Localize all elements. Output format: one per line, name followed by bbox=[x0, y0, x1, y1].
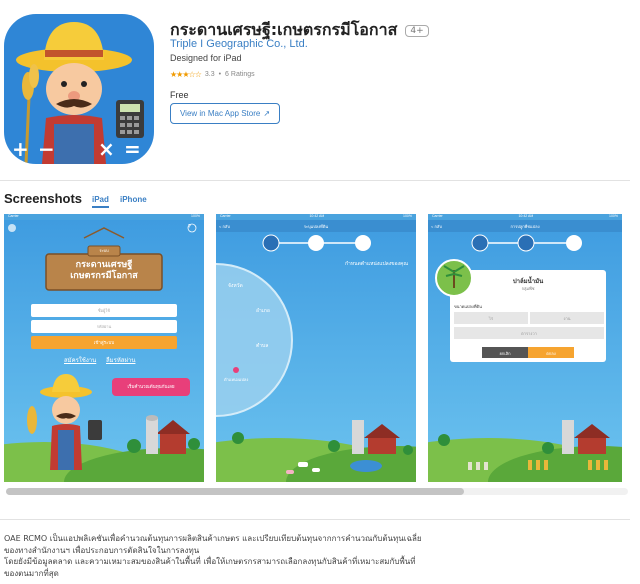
view-in-store-button[interactable]: View in Mac App Store ↗ bbox=[170, 103, 280, 124]
rating-count: 6 Ratings bbox=[225, 71, 255, 78]
sign-top-label: ระบบ bbox=[99, 248, 109, 253]
svg-text:=: = bbox=[124, 137, 141, 161]
sign-text: กระดานเศรษฐี เกษตรกรมีโอกาส bbox=[46, 260, 162, 282]
speech-bubble: เริ่มคำนวณต้นทุนกันเลย bbox=[127, 385, 175, 390]
rating-row: ★★★☆☆ 3.3 • 6 Ratings bbox=[170, 70, 255, 79]
battery-label: 100% bbox=[191, 214, 200, 218]
external-arrow-icon: ↗ bbox=[263, 109, 271, 118]
back-button[interactable]: < กลับ bbox=[431, 223, 442, 230]
sign-line-2: เกษตรกรมีโอกาส bbox=[70, 271, 138, 281]
screenshot-1[interactable]: Carrier 100% ? ระบบ กระดานเศรษฐี เกษตรกร… bbox=[4, 214, 204, 482]
menu-subdistrict[interactable]: ตำบล bbox=[256, 342, 268, 350]
app-description: OAE RCMO เป็นแอปพลิเคชันเพื่อคำนวณต้นทุน… bbox=[4, 533, 434, 579]
age-rating-badge: 4+ bbox=[405, 24, 429, 37]
status-bar: Carrier 100% bbox=[4, 214, 204, 220]
help-icon: ? bbox=[188, 224, 191, 230]
description-line: OAE RCMO เป็นแอปพลิเคชันเพื่อคำนวณต้นทุน… bbox=[4, 534, 422, 543]
crop-group: กลุ่มพืช bbox=[521, 286, 535, 291]
nav-title: ระบุแปลงที่ดิน bbox=[303, 223, 329, 229]
rai-input[interactable]: ไร่ bbox=[454, 315, 528, 322]
screenshot-2[interactable]: Carrier 10:42 AM 100% < กลับ ระบุแปลงที่… bbox=[216, 214, 416, 482]
app-icon: + − × = bbox=[4, 14, 154, 164]
screenshots-scrollbar-thumb[interactable] bbox=[6, 488, 464, 495]
nav-bar: < กลับ การปลูกพืชแปลง bbox=[428, 220, 622, 232]
back-button[interactable]: < กลับ bbox=[219, 223, 230, 230]
ok-button[interactable]: ตกลง bbox=[528, 350, 574, 357]
app-title-text: กระดานเศรษฐี:เกษตรกรมีโอกาส bbox=[170, 20, 398, 39]
rating-value: 3.3 bbox=[204, 71, 215, 78]
sign-line-1: กระดานเศรษฐี bbox=[75, 260, 133, 270]
description-line: ของตนมากที่สุด bbox=[4, 568, 59, 578]
nav-bar: < กลับ ระบุแปลงที่ดิน bbox=[216, 220, 416, 232]
menu-district[interactable]: อำเภอ bbox=[256, 307, 270, 315]
menu-province[interactable]: จังหวัด bbox=[228, 282, 243, 290]
developer-link[interactable]: Triple I Geographic Co., Ltd. bbox=[170, 38, 308, 50]
screenshots-heading: Screenshots bbox=[4, 191, 83, 206]
ngan-input[interactable]: งาน bbox=[530, 315, 604, 322]
screenshot-3[interactable]: Carrier 10:42 AM 100% < กลับ การปลูกพืชแ… bbox=[428, 214, 622, 482]
description-line: โดยยังมีข้อมูลตลาด และความเหมาะสมของสินค… bbox=[4, 557, 416, 566]
nav-title: การปลูกพืชแปลง bbox=[510, 223, 540, 229]
description-line: ของทางสำนักงานฯ เพื่อประกอบการตัดสินใจใน… bbox=[4, 545, 200, 555]
section-divider bbox=[0, 519, 630, 520]
location-heading: กำหนดตำแหน่งแปลงของคุณ bbox=[345, 261, 408, 267]
square-wa-input[interactable]: ตารางวา bbox=[454, 330, 604, 337]
rating-separator: • bbox=[218, 71, 222, 78]
username-input[interactable]: ชื่อผู้ใช้ bbox=[31, 307, 177, 314]
svg-text:+: + bbox=[12, 137, 29, 161]
field-size-label: ขนาดแปลงที่ดิน bbox=[454, 304, 482, 309]
login-button[interactable]: เข้าสู่ระบบ bbox=[31, 339, 177, 346]
store-button-label: View in Mac App Store bbox=[179, 109, 261, 118]
star-rating: ★★★☆☆ bbox=[170, 70, 202, 79]
tab-iphone[interactable]: iPhone bbox=[120, 195, 147, 204]
register-link[interactable]: สมัครใช้งาน bbox=[64, 355, 96, 365]
svg-text:−: − bbox=[38, 137, 55, 161]
menu-plot-location[interactable]: ตำแหน่งแปลง bbox=[224, 376, 248, 383]
tab-ipad[interactable]: iPad bbox=[92, 195, 109, 208]
section-divider bbox=[0, 180, 630, 181]
forgot-password-link[interactable]: ลืมรหัสผ่าน bbox=[106, 355, 135, 365]
price-label: Free bbox=[170, 90, 189, 100]
password-input[interactable]: รหัสผ่าน bbox=[31, 323, 177, 330]
svg-text:×: × bbox=[98, 137, 115, 161]
designed-for-label: Designed for iPad bbox=[170, 53, 242, 63]
cancel-button[interactable]: ยกเลิก bbox=[482, 350, 528, 357]
carrier-label: Carrier bbox=[8, 214, 19, 218]
